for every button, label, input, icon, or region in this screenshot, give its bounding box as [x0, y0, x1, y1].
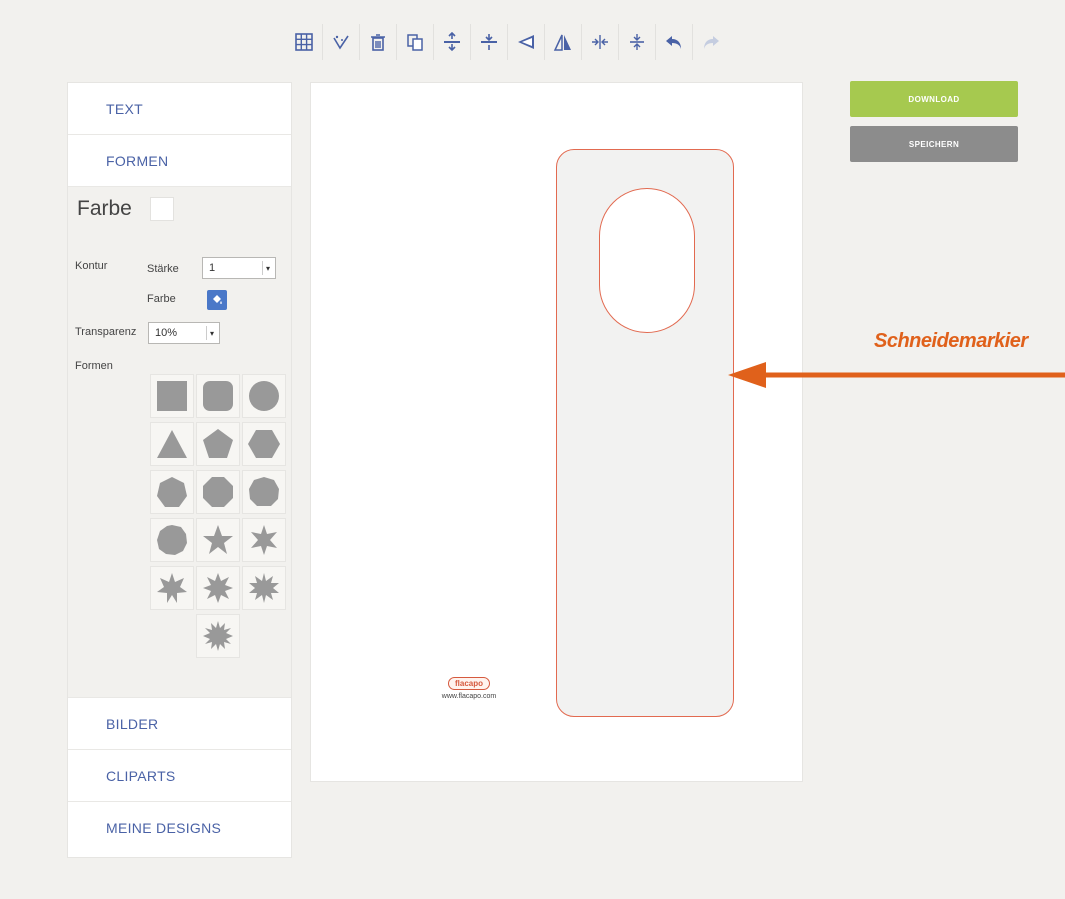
- cut-mark-annotation: Schneidemarkier: [874, 330, 1028, 352]
- save-button[interactable]: SPEICHERN: [850, 126, 1018, 162]
- staerke-label: Stärke: [147, 263, 179, 275]
- shape-square[interactable]: [150, 374, 194, 418]
- shape-hexagon[interactable]: [242, 422, 286, 466]
- shape-decagon[interactable]: [150, 518, 194, 562]
- shape-triangle[interactable]: [150, 422, 194, 466]
- redo-button[interactable]: [693, 24, 729, 60]
- shape-star-6[interactable]: [242, 518, 286, 562]
- shape-nonagon[interactable]: [242, 470, 286, 514]
- star-9-icon: [249, 573, 279, 603]
- shape-pentagon[interactable]: [196, 422, 240, 466]
- shape-heptagon[interactable]: [150, 470, 194, 514]
- magic-wand-icon: [333, 35, 349, 50]
- sidebar: TEXT FORMEN Farbe Kontur Stärke 1 ▾ Farb…: [67, 82, 292, 858]
- shape-circle[interactable]: [242, 374, 286, 418]
- shape-star-10[interactable]: [196, 614, 240, 658]
- logo-badge: flacapo: [447, 677, 490, 690]
- transparenz-value: 10%: [155, 327, 178, 339]
- door-hanger-cut-line: [556, 149, 734, 717]
- square-icon: [157, 381, 187, 411]
- shape-star-5[interactable]: [196, 518, 240, 562]
- hanger-hole-cutout: [599, 188, 695, 333]
- logo-url: www.flacapo.com: [441, 693, 497, 700]
- shape-rounded-square[interactable]: [196, 374, 240, 418]
- tab-formen[interactable]: FORMEN: [68, 135, 291, 187]
- center-vertical-button[interactable]: [619, 24, 656, 60]
- transparenz-select[interactable]: 10% ▾: [148, 322, 220, 344]
- center-horizontal-icon: [592, 35, 608, 49]
- formen-panel: Farbe Kontur Stärke 1 ▾ Farbe Transparen…: [68, 187, 291, 698]
- flip-vertical-button[interactable]: [545, 24, 582, 60]
- star-10-icon: [203, 621, 233, 651]
- grid-button[interactable]: [286, 24, 323, 60]
- center-vertical-icon: [630, 34, 644, 50]
- undo-icon: [666, 36, 681, 49]
- formen-label: Formen: [75, 360, 113, 372]
- paint-bucket-icon: [213, 295, 222, 304]
- toolbar: [286, 22, 729, 62]
- staerke-select[interactable]: 1 ▾: [202, 257, 276, 279]
- star-8-icon: [203, 573, 233, 603]
- tab-bilder[interactable]: BILDER: [68, 698, 291, 750]
- delete-button[interactable]: [360, 24, 397, 60]
- staerke-value: 1: [209, 262, 216, 274]
- chevron-down-icon: ▾: [262, 261, 273, 275]
- align-middle-icon: [481, 34, 497, 50]
- download-button[interactable]: DOWNLOAD: [850, 81, 1018, 117]
- shape-star-9[interactable]: [242, 566, 286, 610]
- pentagon-icon: [203, 429, 233, 458]
- flip-horizontal-icon: [518, 35, 534, 49]
- decagon-icon: [157, 525, 187, 555]
- kontur-farbe-label: Farbe: [147, 293, 176, 305]
- chevron-down-icon: ▾: [206, 326, 217, 340]
- flip-vertical-icon: [553, 34, 571, 51]
- flip-horizontal-button[interactable]: [508, 24, 545, 60]
- transparenz-label: Transparenz: [75, 326, 137, 338]
- shape-octagon[interactable]: [196, 470, 240, 514]
- design-canvas[interactable]: flacapo www.flacapo.com: [310, 82, 803, 782]
- heptagon-icon: [157, 477, 187, 507]
- tab-meine-designs[interactable]: MEINE DESIGNS: [68, 802, 291, 854]
- shape-star-8[interactable]: [196, 566, 240, 610]
- kontur-label: Kontur: [75, 260, 108, 272]
- shape-star-7[interactable]: [150, 566, 194, 610]
- magic-wand-button[interactable]: [323, 24, 360, 60]
- tab-text[interactable]: TEXT: [68, 83, 291, 135]
- hexagon-icon: [248, 430, 280, 458]
- tab-cliparts[interactable]: CLIPARTS: [68, 750, 291, 802]
- fill-color-swatch[interactable]: [150, 197, 174, 221]
- star-5-icon: [203, 525, 233, 554]
- star-7-icon: [157, 573, 187, 603]
- octagon-icon: [203, 477, 233, 507]
- annotation-arrow-icon: [728, 362, 1065, 388]
- star-6-icon: [251, 525, 277, 555]
- farbe-title: Farbe: [77, 197, 132, 220]
- copy-button[interactable]: [397, 24, 434, 60]
- rounded-square-icon: [203, 381, 233, 411]
- brand-logo: flacapo www.flacapo.com: [433, 673, 505, 700]
- redo-icon: [704, 36, 719, 49]
- circle-icon: [249, 381, 279, 411]
- copy-icon: [407, 34, 423, 51]
- trash-icon: [371, 34, 385, 51]
- center-horizontal-button[interactable]: [582, 24, 619, 60]
- triangle-icon: [157, 430, 187, 458]
- nonagon-icon: [249, 477, 279, 506]
- grid-icon: [295, 33, 313, 51]
- align-middle-button[interactable]: [471, 24, 508, 60]
- align-top-icon: [444, 32, 460, 52]
- stroke-color-button[interactable]: [207, 290, 227, 310]
- align-top-button[interactable]: [434, 24, 471, 60]
- undo-button[interactable]: [656, 24, 693, 60]
